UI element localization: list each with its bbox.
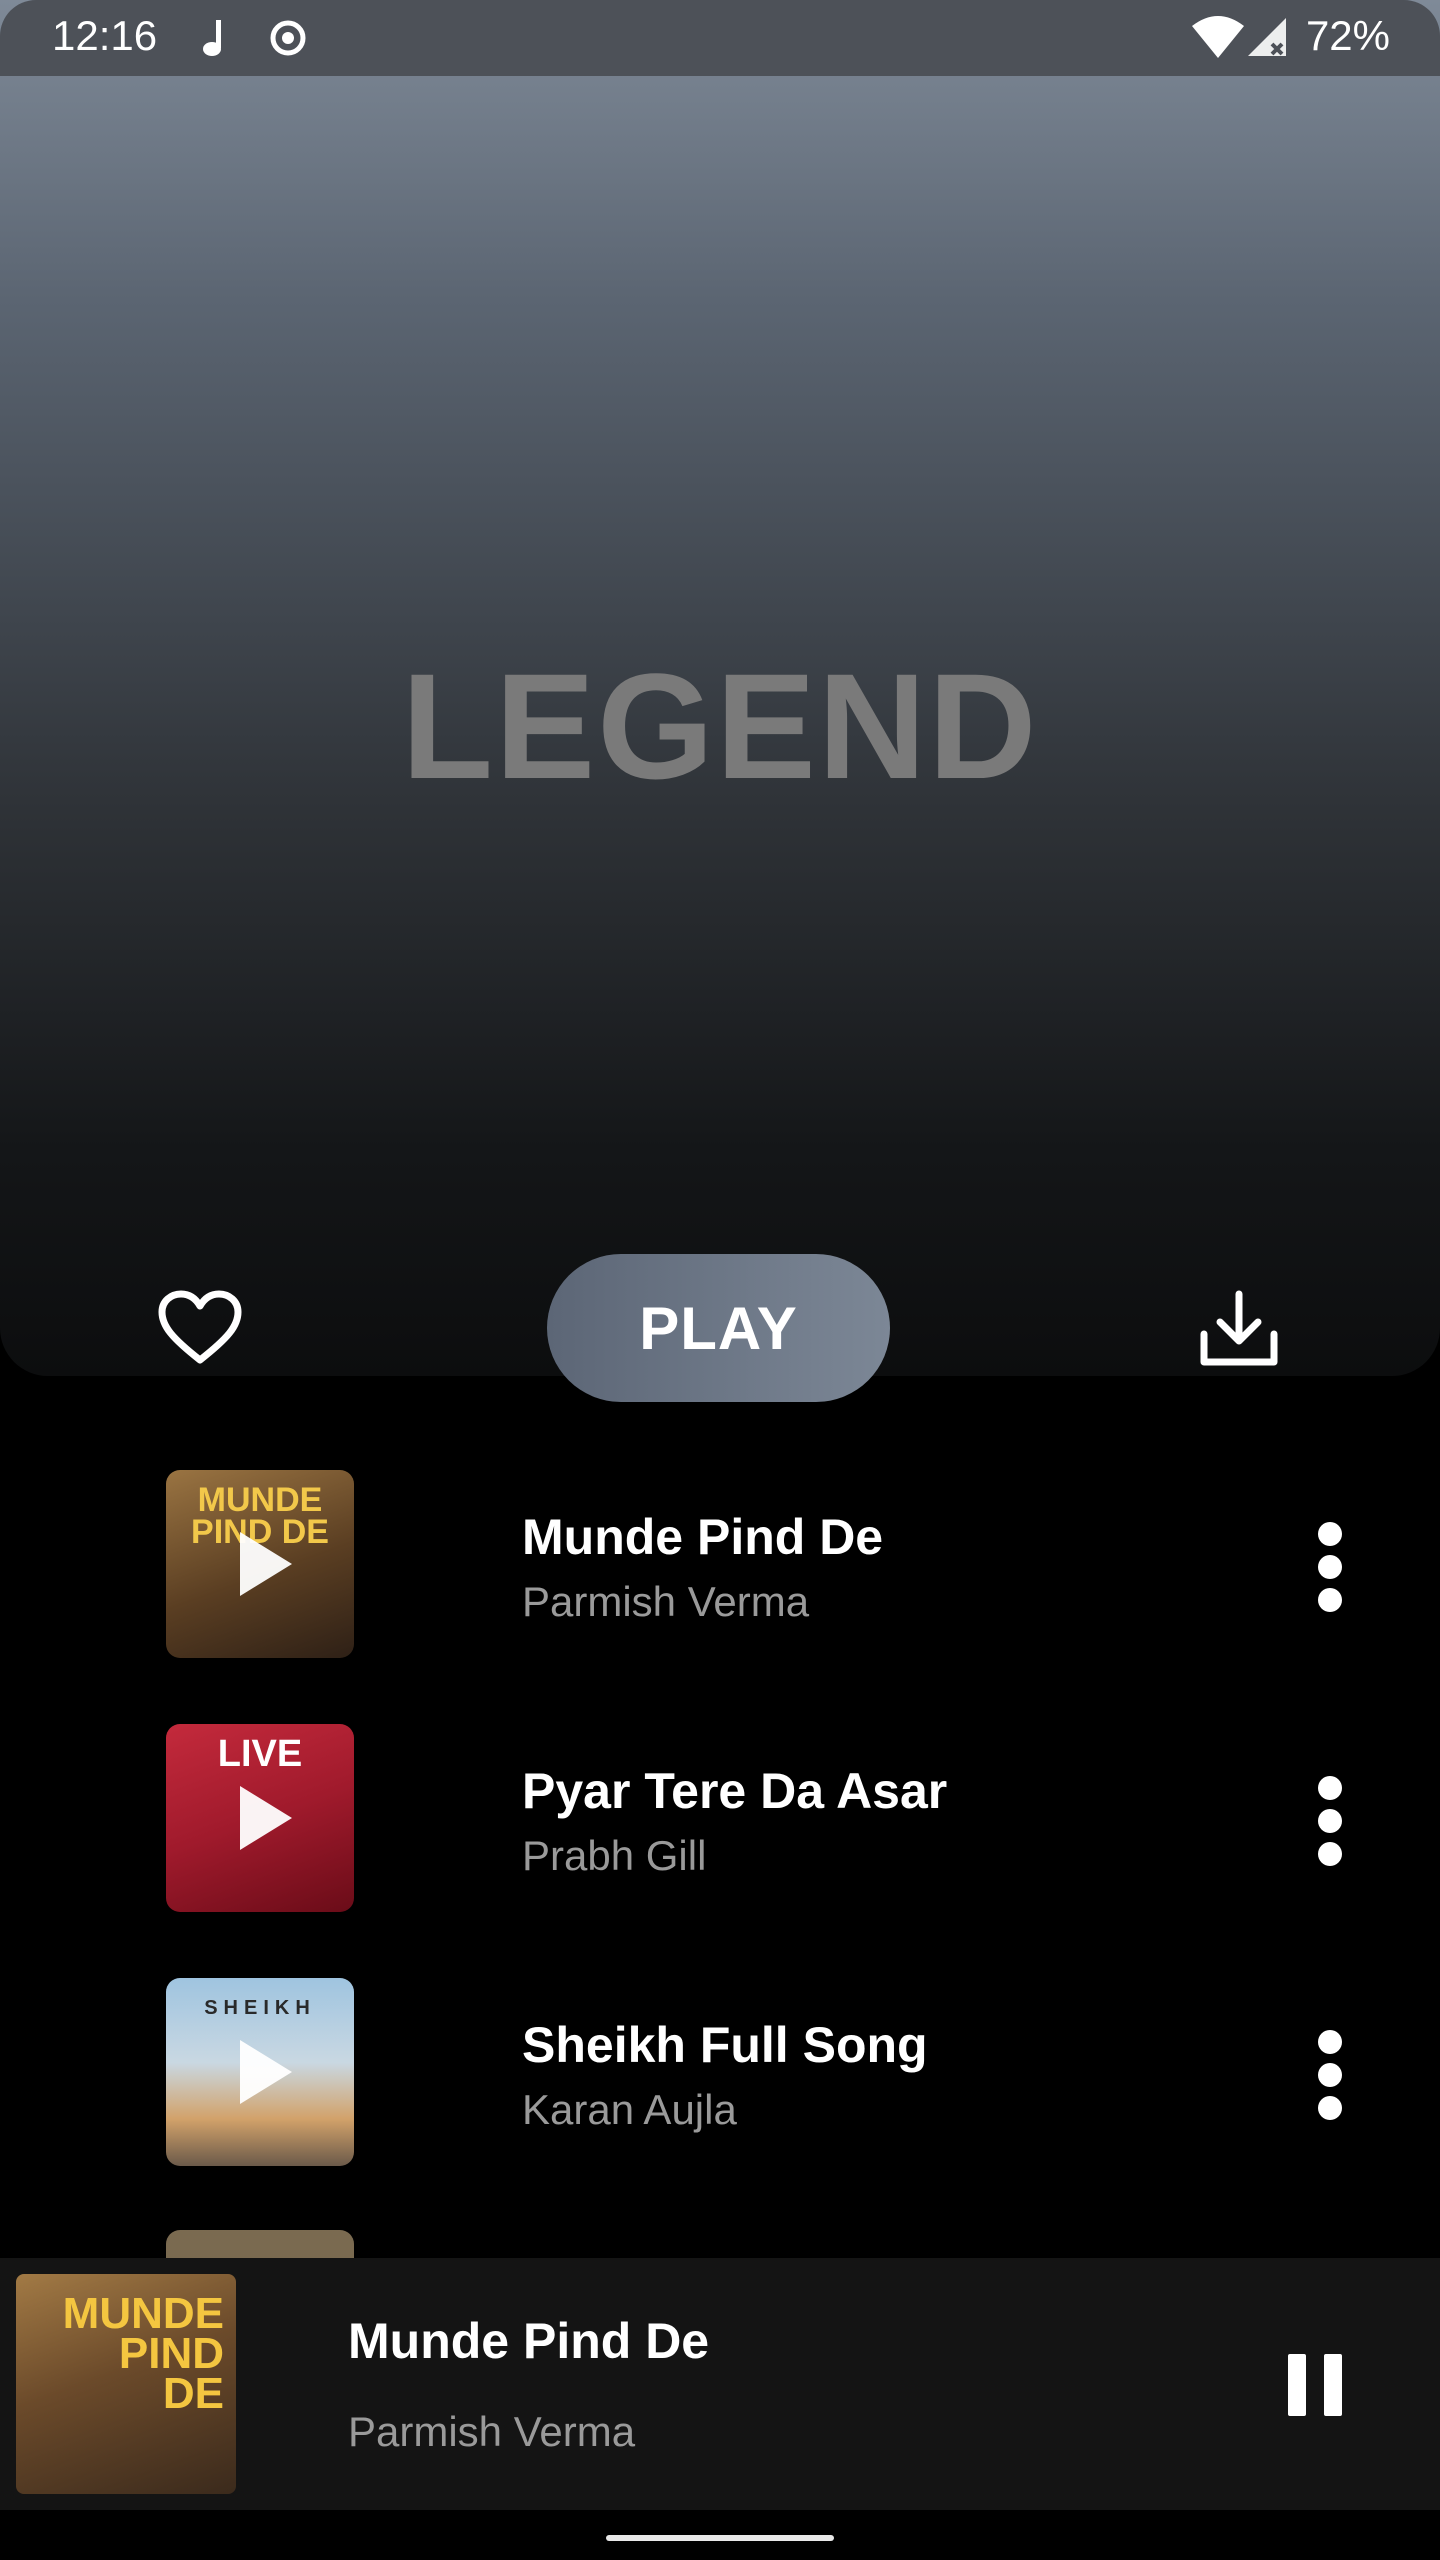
playlist-title: LEGEND xyxy=(401,642,1039,810)
thumbnail-art-text: LIVE xyxy=(217,1733,303,1775)
battery-percent: 72% xyxy=(1305,12,1390,59)
more-options-icon[interactable] xyxy=(1310,2030,1350,2120)
now-playing-title: Munde Pind De xyxy=(348,2313,710,2369)
cell-signal-icon xyxy=(1248,18,1286,56)
song-row[interactable]: SHEIKH Sheikh Full Song Karan Aujla xyxy=(0,1978,1440,2168)
more-options-icon[interactable] xyxy=(1310,1776,1350,1866)
song-row[interactable]: LIVE Pyar Tere Da Asar Prabh Gill xyxy=(0,1724,1440,1914)
song-thumbnail-partial xyxy=(166,2230,354,2260)
download-icon[interactable] xyxy=(1198,1288,1280,1370)
heart-outline-icon[interactable] xyxy=(158,1290,242,1366)
play-icon xyxy=(240,1532,292,1596)
mini-player[interactable]: MUNDE PIND DE Munde Pind De Parmish Verm… xyxy=(0,2258,1440,2510)
song-artist: Karan Aujla xyxy=(522,2086,737,2133)
song-artist: Parmish Verma xyxy=(522,1578,810,1625)
status-bar: 12:16 72% xyxy=(0,0,1440,76)
playlist-header: 12:16 72% LEGEND PLAY xyxy=(0,0,1440,1402)
song-thumbnail[interactable]: SHEIKH xyxy=(166,1978,354,2166)
navigation-bar xyxy=(0,2510,1440,2560)
home-indicator[interactable] xyxy=(606,2535,834,2541)
status-time: 12:16 xyxy=(52,12,158,59)
song-thumbnail[interactable]: MUNDE PIND DE xyxy=(166,1470,354,1658)
song-row[interactable]: MUNDE PIND DE Munde Pind De Parmish Verm… xyxy=(0,1470,1440,1660)
song-artist: Prabh Gill xyxy=(522,1832,707,1879)
song-title: Munde Pind De xyxy=(522,1509,884,1565)
play-button[interactable]: PLAY xyxy=(547,1254,890,1402)
song-thumbnail[interactable]: LIVE xyxy=(166,1724,354,1912)
thumbnail-art-text: SHEIKH xyxy=(204,1997,316,2019)
now-playing-art[interactable]: MUNDE PIND DE xyxy=(16,2274,236,2494)
music-note-icon xyxy=(203,20,221,56)
pause-icon[interactable] xyxy=(1288,2354,1342,2416)
now-playing-artist: Parmish Verma xyxy=(348,2408,636,2455)
song-title: Sheikh Full Song xyxy=(522,2017,928,2073)
song-title: Pyar Tere Da Asar xyxy=(522,1763,948,1819)
wifi-icon xyxy=(1192,16,1244,58)
play-icon xyxy=(240,2040,292,2104)
record-icon xyxy=(270,20,306,56)
more-options-icon[interactable] xyxy=(1310,1522,1350,1612)
now-playing-art-text: MUNDE PIND DE xyxy=(62,2289,224,2418)
play-icon xyxy=(240,1786,292,1850)
